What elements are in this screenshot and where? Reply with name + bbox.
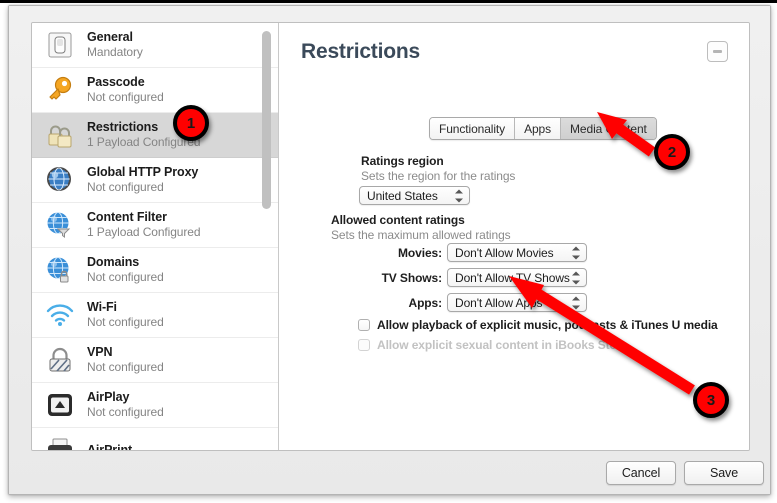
- sidebar-item-wifi[interactable]: Wi-Fi Not configured: [32, 293, 278, 338]
- sidebar-item-restrictions[interactable]: Restrictions 1 Payload Configured: [32, 113, 278, 158]
- allow-explicit-books-checkbox-row: Allow explicit sexual content in iBooks …: [358, 338, 628, 352]
- preferences-window: General Mandatory Passcode Not configure…: [8, 5, 771, 495]
- sidebar-item-status: Not configured: [87, 90, 164, 104]
- sidebar-item-title: Content Filter: [87, 210, 167, 224]
- screenshot-root: General Mandatory Passcode Not configure…: [0, 0, 777, 503]
- payload-sidebar[interactable]: General Mandatory Passcode Not configure…: [32, 23, 278, 450]
- chevron-updown-icon: [455, 189, 463, 202]
- save-button[interactable]: Save: [684, 461, 764, 485]
- movies-row-label: Movies:: [398, 246, 442, 260]
- checkbox-input: [358, 339, 370, 351]
- sidebar-item-title: Wi-Fi: [87, 300, 117, 314]
- window-top-edge: [0, 0, 777, 3]
- sidebar-item-title: AirPlay: [87, 390, 130, 404]
- sidebar-item-domains[interactable]: Domains Not configured: [32, 248, 278, 293]
- split-pane: General Mandatory Passcode Not configure…: [31, 22, 750, 451]
- globe-gear-icon: [44, 164, 76, 196]
- chevron-updown-icon: [572, 246, 580, 259]
- padlocks-icon: [44, 119, 76, 151]
- apps-rating-select[interactable]: Don't Allow Apps: [447, 293, 587, 312]
- detail-pane: Restrictions Functionality Apps Media Co…: [279, 23, 749, 450]
- allow-explicit-books-label: Allow explicit sexual content in iBooks …: [377, 338, 628, 352]
- sidebar-item-status: Mandatory: [87, 45, 143, 59]
- sidebar-item-vpn[interactable]: VPN Not configured: [32, 338, 278, 383]
- sidebar-item-status: Not configured: [87, 270, 164, 284]
- cancel-button[interactable]: Cancel: [606, 461, 676, 485]
- sidebar-item-status: 1 Payload Configured: [87, 135, 201, 149]
- sidebar-item-title: AirPrint: [87, 442, 133, 451]
- sidebar-item-airplay[interactable]: AirPlay Not configured: [32, 383, 278, 428]
- allow-explicit-music-checkbox-row[interactable]: Allow playback of explicit music, podcas…: [358, 318, 718, 332]
- sidebar-item-status: Not configured: [87, 315, 164, 329]
- sidebar-item-title: Global HTTP Proxy: [87, 165, 199, 179]
- globe-funnel-icon: [44, 209, 76, 241]
- sidebar-item-general[interactable]: General Mandatory: [32, 23, 278, 68]
- chevron-updown-icon: [572, 271, 580, 284]
- key-icon: [44, 74, 76, 106]
- movies-rating-value: Don't Allow Movies: [455, 245, 554, 260]
- allowed-ratings-sublabel: Sets the maximum allowed ratings: [331, 228, 511, 242]
- sidebar-item-status: Not configured: [87, 360, 164, 374]
- airplay-icon: [44, 389, 76, 421]
- sidebar-item-airprint[interactable]: AirPrint: [32, 428, 278, 450]
- checkbox-input[interactable]: [358, 319, 370, 331]
- ratings-region-sublabel: Sets the region for the ratings: [361, 169, 516, 183]
- movies-rating-select[interactable]: Don't Allow Movies: [447, 243, 587, 262]
- sidebar-item-content-filter[interactable]: Content Filter 1 Payload Configured: [32, 203, 278, 248]
- sidebar-item-status: Not configured: [87, 180, 164, 194]
- window-content: General Mandatory Passcode Not configure…: [9, 6, 770, 494]
- wifi-icon: [44, 299, 76, 331]
- allow-explicit-music-label: Allow playback of explicit music, podcas…: [377, 318, 718, 332]
- sidebar-item-title: Domains: [87, 255, 140, 269]
- ratings-region-select[interactable]: United States: [359, 186, 470, 205]
- sidebar-item-title: Passcode: [87, 75, 145, 89]
- toggle-switch-icon: [44, 29, 76, 61]
- sidebar-item-global-http-proxy[interactable]: Global HTTP Proxy Not configured: [32, 158, 278, 203]
- chevron-updown-icon: [572, 296, 580, 309]
- airprint-icon: [44, 434, 76, 450]
- sidebar-scrollbar[interactable]: [262, 25, 275, 448]
- tv-shows-rating-select[interactable]: Don't Allow TV Shows: [447, 268, 587, 287]
- vpn-lock-icon: [44, 344, 76, 376]
- apps-row-label: Apps:: [408, 296, 443, 310]
- sidebar-item-passcode[interactable]: Passcode Not configured: [32, 68, 278, 113]
- sidebar-item-title: General: [87, 30, 133, 44]
- tv-shows-rating-value: Don't Allow TV Shows: [455, 270, 570, 285]
- ratings-region-label: Ratings region: [361, 154, 444, 168]
- globe-lock-icon: [44, 254, 76, 286]
- sidebar-item-status: Not configured: [87, 405, 164, 419]
- sidebar-item-status: 1 Payload Configured: [87, 225, 201, 239]
- ratings-region-value: United States: [367, 188, 438, 203]
- allowed-ratings-label: Allowed content ratings: [331, 213, 465, 227]
- media-content-form: Ratings region Sets the region for the r…: [279, 23, 749, 450]
- sidebar-item-title: VPN: [87, 345, 113, 359]
- sidebar-scrollbar-thumb[interactable]: [262, 31, 271, 209]
- sidebar-item-title: Restrictions: [87, 120, 159, 134]
- tv-shows-row-label: TV Shows:: [381, 271, 443, 285]
- apps-rating-value: Don't Allow Apps: [455, 295, 543, 310]
